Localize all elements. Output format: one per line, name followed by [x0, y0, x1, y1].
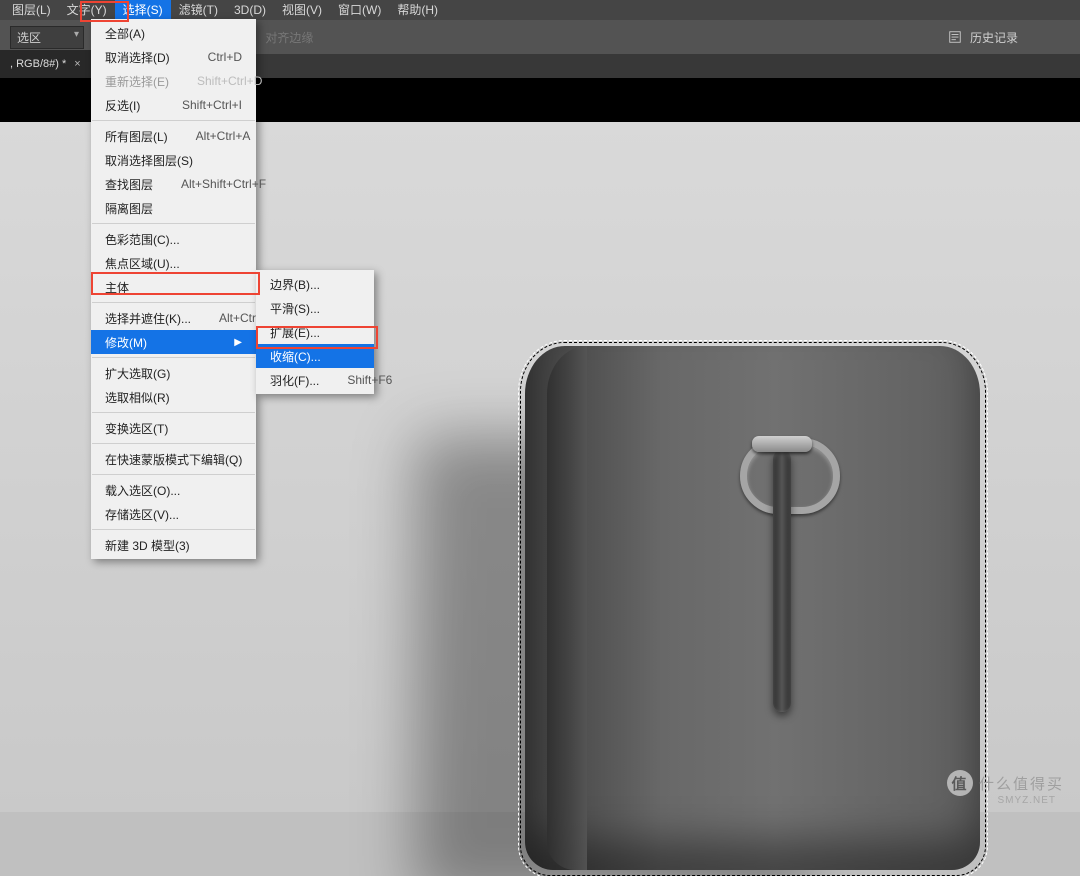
select-menu-item[interactable]: 取消选择(D) Ctrl+D — [91, 45, 256, 69]
menu-item-label: 全部(A) — [105, 25, 145, 42]
menu-item-shortcut: Shift+Ctrl+D — [197, 74, 262, 88]
menu-item-label: 载入选区(O)... — [105, 482, 180, 499]
menu-help[interactable]: 帮助(H) — [389, 0, 446, 20]
menu-item-label: 在快速蒙版模式下编辑(Q) — [105, 451, 242, 468]
select-menu-item[interactable]: 变换选区(T) — [91, 416, 256, 440]
select-menu-item[interactable]: 新建 3D 模型(3) — [91, 533, 256, 557]
modify-submenu-item[interactable]: 边界(B)... — [256, 272, 374, 296]
menu-item-label: 重新选择(E) — [105, 73, 169, 90]
document-title: , RGB/8#) * — [10, 58, 66, 70]
select-menu-item[interactable]: 存储选区(V)... — [91, 502, 256, 526]
menu-select[interactable]: 选择(S) — [115, 0, 171, 20]
watermark-badge-icon: 值 — [947, 770, 973, 796]
menu-item-label: 取消选择图层(S) — [105, 152, 193, 169]
menu-item-label: 新建 3D 模型(3) — [105, 537, 190, 554]
menu-3d[interactable]: 3D(D) — [226, 0, 274, 20]
select-menu-dropdown: 全部(A)取消选择(D)Ctrl+D重新选择(E)Shift+Ctrl+D反选(… — [91, 19, 256, 559]
modify-submenu-item[interactable]: 收缩(C)... — [256, 344, 374, 368]
select-menu-item[interactable]: 色彩范围(C)... — [91, 227, 256, 251]
modify-submenu-item[interactable]: 扩展(E)... — [256, 320, 374, 344]
modify-submenu-item[interactable]: 平滑(S)... — [256, 296, 374, 320]
menu-item-label: 主体 — [105, 279, 129, 296]
menu-item-label: 焦点区域(U)... — [105, 255, 180, 272]
menu-item-label: 取消选择(D) — [105, 49, 170, 66]
menu-filter[interactable]: 滤镜(T) — [171, 0, 226, 20]
menu-item-label: 变换选区(T) — [105, 420, 168, 437]
menu-item-label: 扩大选取(G) — [105, 365, 170, 382]
menu-text[interactable]: 文字(Y) — [59, 0, 115, 20]
watermark-text: 什么值得买 — [979, 773, 1064, 794]
menu-item-label: 选择并遮住(K)... — [105, 310, 191, 327]
select-menu-item[interactable]: 在快速蒙版模式下编辑(Q) — [91, 447, 256, 471]
menu-item-shortcut: Ctrl+D — [208, 50, 242, 64]
menu-item-label: 选取相似(R) — [105, 389, 170, 406]
watermark: 值 什么值得买 — [947, 770, 1064, 796]
history-icon — [948, 30, 962, 44]
modify-submenu-item[interactable]: 羽化(F)...Shift+F6 — [256, 368, 374, 392]
select-menu-item[interactable]: 选取相似(R) — [91, 385, 256, 409]
handle-bar — [773, 450, 791, 712]
select-menu-item[interactable]: 主体 — [91, 275, 256, 299]
align-edges-option: 对齐边缘 — [265, 29, 313, 46]
history-panel-toggle[interactable]: 历史记录 — [938, 20, 1080, 54]
select-menu-item[interactable]: 全部(A) — [91, 21, 256, 45]
menubar: 图层(L) 文字(Y) 选择(S) 滤镜(T) 3D(D) 视图(V) 窗口(W… — [0, 0, 1080, 20]
handle-cap — [752, 436, 812, 452]
menu-item-label: 边界(B)... — [270, 276, 320, 293]
menu-item-label: 扩展(E)... — [270, 324, 320, 341]
selection-mode-dropdown[interactable]: 选区 — [10, 26, 84, 49]
menu-item-label: 色彩范围(C)... — [105, 231, 180, 248]
submenu-arrow-icon: ▶ — [234, 337, 242, 348]
menu-item-label: 反选(I) — [105, 97, 140, 114]
select-menu-item[interactable]: 焦点区域(U)... — [91, 251, 256, 275]
select-menu-item[interactable]: 选择并遮住(K)...Alt+Ctrl+R — [91, 306, 256, 330]
selection-mode-field: 选区 — [10, 26, 84, 49]
menu-item-shortcut: Shift+Ctrl+I — [182, 98, 242, 112]
select-menu-item[interactable]: 查找图层Alt+Shift+Ctrl+F — [91, 172, 256, 196]
rendered-box-object — [525, 346, 980, 870]
select-menu-item[interactable]: 隔离图层 — [91, 196, 256, 220]
menu-item-label: 存储选区(V)... — [105, 506, 179, 523]
menu-item-label: 所有图层(L) — [105, 128, 168, 145]
menu-view[interactable]: 视图(V) — [274, 0, 330, 20]
menu-layer[interactable]: 图层(L) — [4, 0, 59, 20]
menu-item-label: 修改(M) — [105, 334, 147, 351]
menu-item-shortcut: Alt+Shift+Ctrl+F — [181, 177, 266, 191]
menu-window[interactable]: 窗口(W) — [330, 0, 389, 20]
menu-item-label: 羽化(F)... — [270, 372, 319, 389]
menu-item-label: 收缩(C)... — [270, 348, 321, 365]
select-menu-item[interactable]: 载入选区(O)... — [91, 478, 256, 502]
menu-item-shortcut: Alt+Ctrl+A — [196, 129, 251, 143]
history-label: 历史记录 — [970, 29, 1018, 46]
watermark-url: SMYZ.NET — [997, 795, 1056, 806]
document-tab[interactable]: , RGB/8#) * × — [0, 50, 91, 78]
modify-submenu: 边界(B)... 平滑(S)... 扩展(E)... 收缩(C)... 羽化(F)...… — [256, 270, 374, 394]
menu-item-shortcut: Shift+F6 — [347, 373, 392, 387]
select-menu-item[interactable]: 取消选择图层(S) — [91, 148, 256, 172]
select-menu-item[interactable]: 修改(M) ▶ — [91, 330, 256, 354]
select-menu-item[interactable]: 反选(I) Shift+Ctrl+I — [91, 93, 256, 117]
menu-item-label: 平滑(S)... — [270, 300, 320, 317]
close-tab-button[interactable]: × — [74, 58, 80, 70]
menu-item-label: 查找图层 — [105, 176, 153, 193]
menu-item-label: 隔离图层 — [105, 200, 153, 217]
select-menu-item[interactable]: 所有图层(L) Alt+Ctrl+A — [91, 124, 256, 148]
select-menu-item: 重新选择(E)Shift+Ctrl+D — [91, 69, 256, 93]
select-menu-item[interactable]: 扩大选取(G) — [91, 361, 256, 385]
